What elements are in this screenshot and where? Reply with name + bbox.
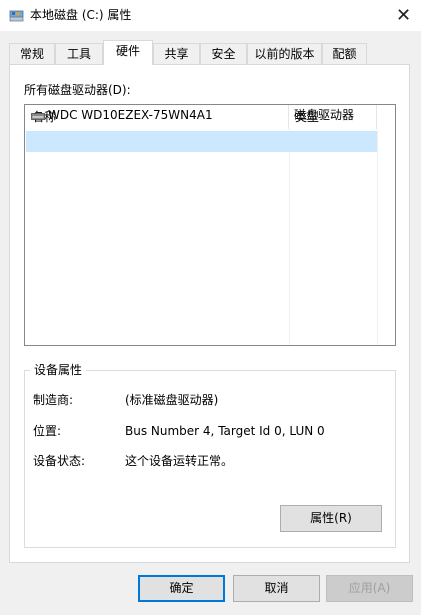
- tab-tools[interactable]: 工具: [55, 43, 103, 64]
- tab-sharing[interactable]: 共享: [153, 43, 200, 64]
- drive-list[interactable]: 名称 类型 WDC WD10EZEX-75WN4A1 磁盘驱动器: [24, 104, 396, 346]
- group-title: 设备属性: [30, 363, 87, 377]
- drives-label: 所有磁盘驱动器(D):: [24, 83, 131, 97]
- location-value: Bus Number 4, Target Id 0, LUN 0: [125, 424, 325, 438]
- properties-button[interactable]: 属性(R): [280, 505, 382, 532]
- tab-previous-versions[interactable]: 以前的版本: [247, 43, 322, 64]
- manufacturer-value: (标准磁盘驱动器): [125, 393, 219, 407]
- drive-type: 磁盘驱动器: [294, 108, 355, 122]
- list-item[interactable]: [26, 131, 377, 152]
- column-divider: [377, 129, 378, 345]
- drive-icon: [9, 10, 24, 22]
- window-title: 本地磁盘 (C:) 属性: [30, 8, 132, 22]
- tab-security[interactable]: 安全: [200, 43, 247, 64]
- status-value: 这个设备运转正常。: [125, 454, 234, 468]
- cancel-button[interactable]: 取消: [233, 575, 320, 602]
- location-label: 位置:: [33, 424, 62, 438]
- tab-general[interactable]: 常规: [9, 43, 55, 64]
- tab-hardware[interactable]: 硬件: [103, 40, 153, 65]
- ok-button[interactable]: 确定: [138, 575, 225, 602]
- drive-icon: [31, 113, 45, 120]
- tab-quota[interactable]: 配额: [322, 43, 367, 64]
- column-divider: [289, 129, 290, 345]
- close-icon: ✕: [395, 5, 412, 26]
- apply-button: 应用(A): [326, 575, 413, 602]
- manufacturer-label: 制造商:: [33, 393, 74, 407]
- drive-name: WDC WD10EZEX-75WN4A1: [48, 108, 213, 122]
- status-label: 设备状态:: [33, 454, 86, 468]
- close-button[interactable]: ✕: [386, 0, 421, 31]
